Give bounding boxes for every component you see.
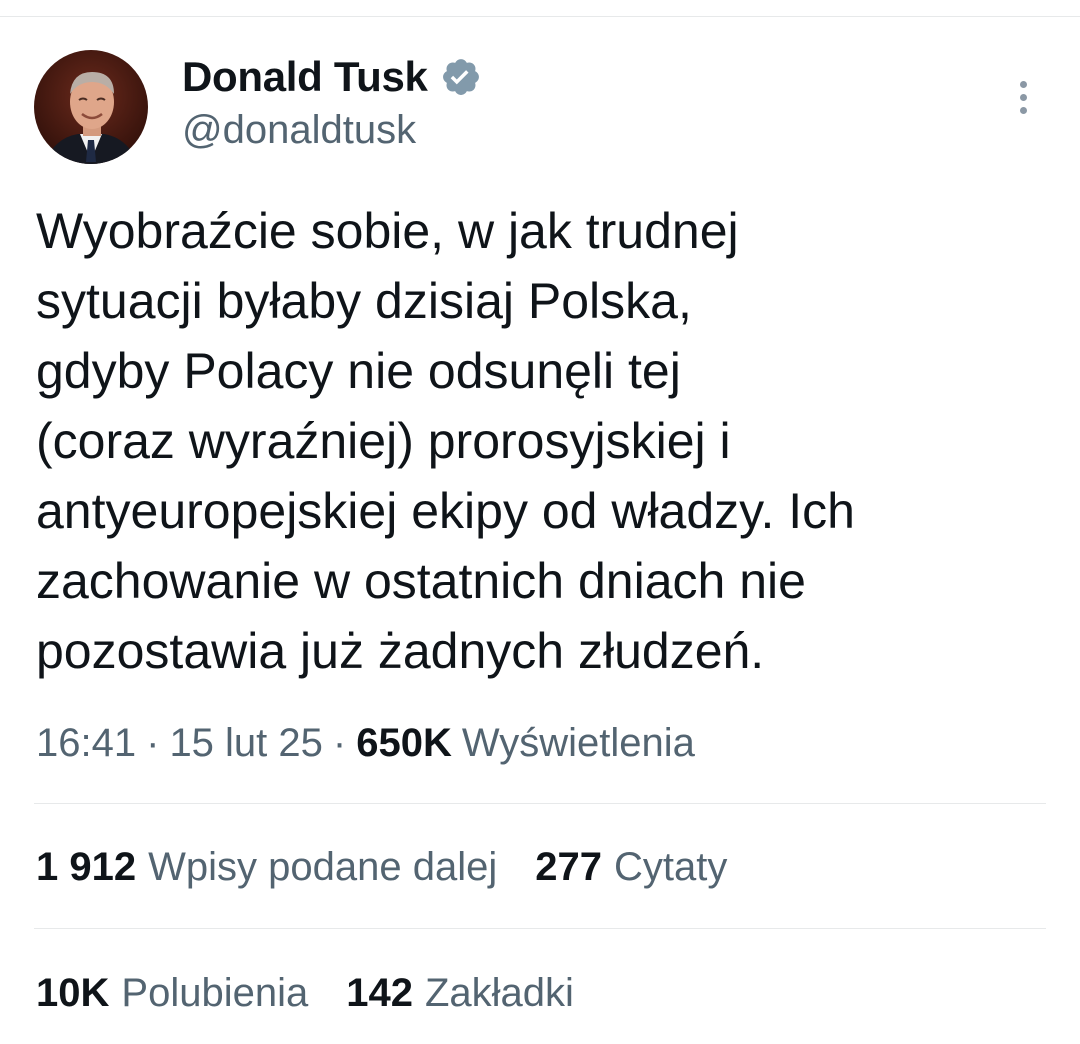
reposts-count: 1 912	[36, 844, 137, 889]
views-count: 650K	[356, 720, 452, 765]
bookmarks-label: Zakładki	[424, 970, 574, 1015]
divider	[34, 803, 1046, 804]
views-label: Wyświetlenia	[461, 720, 695, 765]
likes-label: Polubienia	[121, 970, 309, 1015]
tweet-text: Wyobraźcie sobie, w jak trudnej sytuacji…	[36, 203, 855, 679]
tweet-meta: 16:41 · 15 lut 25 · 650K Wyświetlenia	[36, 716, 695, 770]
author-name-row: Donald Tusk	[182, 52, 482, 102]
verified-badge-icon[interactable]	[440, 56, 482, 98]
stats-row-shares: 1 912 Wpisy podane dalej 277 Cytaty	[36, 840, 765, 894]
tweet-time[interactable]: 16:41	[36, 721, 136, 766]
more-dot	[1019, 106, 1027, 114]
avatar-photo	[34, 50, 148, 164]
reposts-stat[interactable]: 1 912 Wpisy podane dalej	[36, 845, 497, 890]
quotes-stat[interactable]: 277 Cytaty	[535, 845, 727, 890]
likes-stat[interactable]: 10K Polubienia	[36, 971, 308, 1016]
more-vertical-icon[interactable]	[1000, 74, 1046, 120]
author-display-name[interactable]: Donald Tusk	[182, 53, 428, 101]
meta-separator: ·	[332, 720, 347, 765]
quotes-label: Cytaty	[613, 844, 728, 889]
meta-separator: ·	[146, 720, 160, 765]
stats-row-engagement: 10K Polubienia 142 Zakładki	[36, 966, 612, 1020]
likes-count: 10K	[36, 970, 110, 1015]
quotes-count: 277	[535, 844, 602, 889]
top-divider	[0, 16, 1080, 17]
tweet-date[interactable]: 15 lut 25	[169, 721, 322, 766]
reposts-label: Wpisy podane dalej	[148, 844, 498, 889]
divider	[34, 928, 1046, 929]
bookmarks-stat[interactable]: 142 Zakładki	[346, 971, 574, 1016]
bookmarks-count: 142	[346, 970, 413, 1015]
more-dot	[1019, 80, 1027, 88]
more-dot	[1019, 93, 1027, 101]
author-handle[interactable]: @donaldtusk	[182, 108, 416, 153]
avatar[interactable]	[34, 50, 148, 164]
